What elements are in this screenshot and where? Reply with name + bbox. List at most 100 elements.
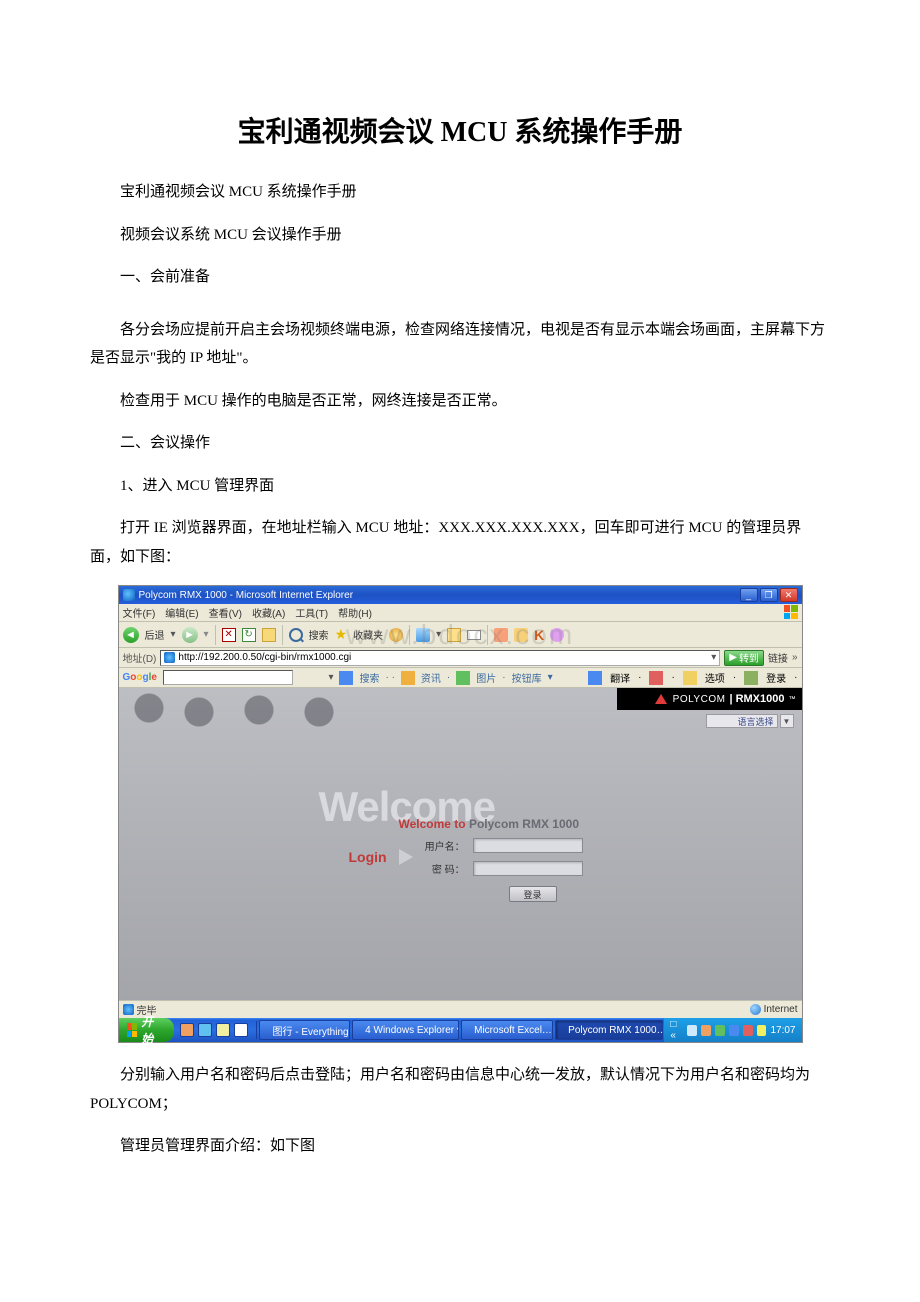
password-label: 密 码： <box>425 861 465 876</box>
step-heading: 1、进入 MCU 管理界面 <box>90 472 830 501</box>
security-zone: Internet <box>764 1004 798 1015</box>
tray-icon[interactable] <box>729 1025 739 1036</box>
toolbar-icon[interactable] <box>401 671 415 685</box>
google-right-item[interactable]: 翻译 <box>610 670 630 685</box>
minimize-button[interactable]: _ <box>740 588 758 602</box>
mail-icon[interactable] <box>416 628 430 642</box>
quicklaunch-icon[interactable] <box>198 1023 212 1037</box>
section-heading: 二、会议操作 <box>90 429 830 458</box>
paragraph: 视频会议系统 MCU 会议操作手册 <box>90 221 830 250</box>
dropdown-arrow-icon[interactable]: ▼ <box>780 714 794 728</box>
google-right-item[interactable]: 选项 <box>705 670 725 685</box>
tray-icon[interactable] <box>687 1025 697 1036</box>
forward-button[interactable]: ► <box>182 627 198 643</box>
history-icon[interactable] <box>389 628 403 642</box>
links-label[interactable]: 链接 <box>768 650 788 665</box>
menu-favorites[interactable]: 收藏(A) <box>252 605 285 620</box>
login-heading: Login <box>349 849 387 865</box>
url-text: http://192.200.0.50/cgi-bin/rmx1000.cgi <box>178 652 351 663</box>
toolbar-icon[interactable] <box>744 671 758 685</box>
taskbar-item[interactable]: 4 Windows Explorer ▾ <box>352 1020 459 1040</box>
close-button[interactable]: ✕ <box>780 588 798 602</box>
toolbar-icon[interactable] <box>494 628 508 642</box>
paragraph: 打开 IE 浏览器界面，在地址栏输入 MCU 地址：XXX.XXX.XXX.XX… <box>90 514 830 571</box>
quicklaunch-icon[interactable] <box>216 1023 230 1037</box>
tray-icon[interactable] <box>743 1025 753 1036</box>
decorative-silhouette <box>119 688 349 728</box>
menu-help[interactable]: 帮助(H) <box>338 605 372 620</box>
start-button[interactable]: 开始 <box>119 1018 174 1042</box>
document-title: 宝利通视频会议 MCU 系统操作手册 <box>90 110 830 150</box>
home-button[interactable] <box>262 628 276 642</box>
ie-icon <box>123 1004 134 1015</box>
welcome-subheading: Welcome to Polycom RMX 1000 <box>399 817 639 831</box>
toolbar-icon[interactable] <box>683 671 697 685</box>
window-title: Polycom RMX 1000 - Microsoft Internet Ex… <box>139 590 354 601</box>
menu-view[interactable]: 查看(V) <box>209 605 242 620</box>
section-heading: 一、会前准备 <box>90 263 830 292</box>
address-bar: 地址(D) http://192.200.0.50/cgi-bin/rmx100… <box>119 648 802 668</box>
taskbar-item[interactable]: Microsoft Excel… <box>461 1020 553 1040</box>
tray-icon[interactable] <box>715 1025 725 1036</box>
paragraph: 宝利通视频会议 MCU 系统操作手册 <box>90 178 830 207</box>
toolbar-icon[interactable] <box>588 671 602 685</box>
address-input[interactable]: http://192.200.0.50/cgi-bin/rmx1000.cgi … <box>160 650 720 666</box>
google-search-input[interactable] <box>163 670 293 685</box>
google-item[interactable]: 图片 <box>476 670 496 685</box>
username-label: 用户名： <box>425 838 465 853</box>
search-icon[interactable] <box>339 671 353 685</box>
quick-launch <box>174 1023 254 1037</box>
menu-file[interactable]: 文件(F) <box>123 605 156 620</box>
back-label: 后退 <box>145 627 165 642</box>
stop-button[interactable]: ✕ <box>222 628 236 642</box>
print-icon[interactable] <box>447 628 461 642</box>
page-content: POLYCOM | RMX1000 ™ 语言选择 ▼ Welcome Welco… <box>119 688 802 1000</box>
windows-flag-icon <box>127 1023 138 1037</box>
go-button[interactable]: ▶ 转到 <box>724 650 764 666</box>
menu-edit[interactable]: 编辑(E) <box>165 605 198 620</box>
toolbar-icon[interactable] <box>649 671 663 685</box>
menu-tools[interactable]: 工具(T) <box>295 605 328 620</box>
system-tray: □ « 17:07 <box>664 1018 801 1042</box>
tray-icon[interactable] <box>701 1025 711 1036</box>
google-logo[interactable]: Google <box>123 672 157 683</box>
refresh-button[interactable]: ↻ <box>242 628 256 642</box>
quicklaunch-icon[interactable] <box>234 1023 248 1037</box>
model-label: | RMX1000 <box>729 693 784 705</box>
quicklaunch-icon[interactable] <box>180 1023 194 1037</box>
status-bar: 完毕 Internet <box>119 1000 802 1018</box>
back-button[interactable]: ◄ <box>123 627 139 643</box>
paragraph: 分别输入用户名和密码后点击登陆；用户名和密码由信息中心统一发放，默认情况下为用户… <box>90 1061 830 1118</box>
brand-label: POLYCOM <box>673 694 726 705</box>
globe-icon <box>750 1004 761 1015</box>
favorites-label: 收藏夹 <box>353 627 383 642</box>
maximize-button[interactable]: ❐ <box>760 588 778 602</box>
username-input[interactable] <box>473 838 583 853</box>
trademark: ™ <box>789 696 796 703</box>
menu-bar: 文件(F) 编辑(E) 查看(V) 收藏(A) 工具(T) 帮助(H) <box>119 604 802 622</box>
google-right-item[interactable]: 登录 <box>766 670 786 685</box>
paragraph: 管理员管理界面介绍：如下图 <box>90 1132 830 1161</box>
google-item[interactable]: 资讯 <box>421 670 441 685</box>
google-search-label[interactable]: 搜索 <box>359 670 379 685</box>
toolbar: ◄ 后退 ▾ ► ▾ ✕ ↻ 搜索 ★ 收藏夹 ▾ K www.bdocx.co… <box>119 622 802 648</box>
login-button[interactable]: 登录 <box>509 886 557 902</box>
paragraph: 检查用于 MCU 操作的电脑是否正常，网终连接是否正常。 <box>90 387 830 416</box>
toolbar-icon[interactable] <box>550 628 564 642</box>
taskbar-item[interactable]: 图行 - Everything <box>259 1020 350 1040</box>
taskbar: 开始 图行 - Everything 4 Windows Explorer ▾ … <box>119 1018 802 1042</box>
tray-icon[interactable] <box>757 1025 767 1036</box>
taskbar-item-active[interactable]: Polycom RMX 1000… <box>555 1020 663 1040</box>
toolbar-icon[interactable] <box>456 671 470 685</box>
ie-icon <box>123 589 135 601</box>
toolbar-icon[interactable] <box>514 628 528 642</box>
google-item[interactable]: 按钮库 <box>512 670 542 685</box>
language-select[interactable]: 语言选择 <box>706 714 778 728</box>
paragraph: 各分会场应提前开启主会场视频终端电源，检查网络连接情况，电视是否有显示本端会场画… <box>90 316 830 373</box>
favorites-icon[interactable]: ★ <box>335 626 348 643</box>
toolbar-icon[interactable]: K <box>534 627 544 643</box>
password-input[interactable] <box>473 861 583 876</box>
search-icon[interactable] <box>289 628 303 642</box>
edit-icon[interactable] <box>467 630 481 640</box>
ie-icon <box>164 652 175 663</box>
